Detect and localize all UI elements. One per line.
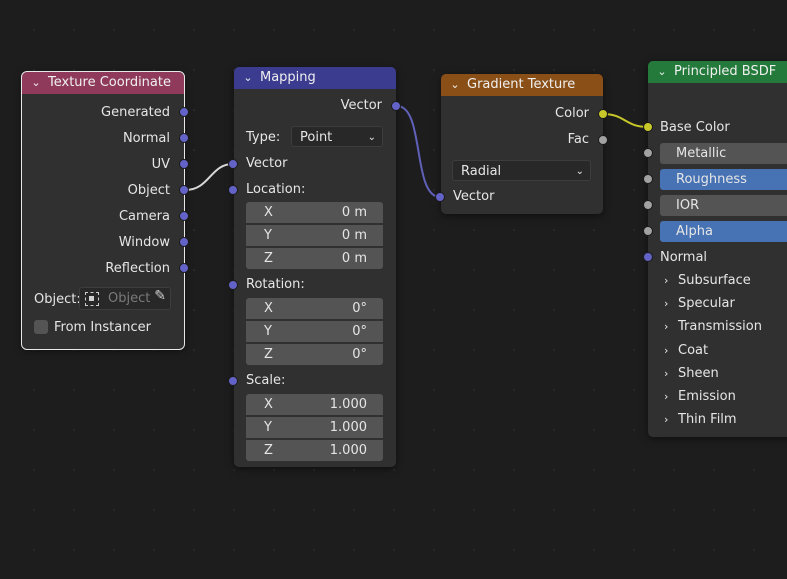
socket-gradient-in-vector[interactable] <box>435 192 445 202</box>
chevron-right-icon: › <box>664 344 669 357</box>
socket-ior[interactable] <box>643 200 653 210</box>
socket-object[interactable] <box>179 185 189 195</box>
type-label: Type: <box>246 130 281 145</box>
type-dropdown[interactable]: Point ⌄ <box>291 126 383 147</box>
scale-z-field[interactable]: Z 1.000 <box>246 440 383 461</box>
socket-gradient-fac[interactable] <box>598 135 608 145</box>
socket-location[interactable] <box>228 185 238 195</box>
output-window: Window <box>118 235 170 250</box>
scale-label: Scale: <box>246 373 286 388</box>
socket-reflection[interactable] <box>179 263 189 273</box>
gradient-texture-header[interactable]: ⌄ Gradient Texture <box>441 74 603 96</box>
chevron-right-icon: › <box>664 413 669 426</box>
socket-window[interactable] <box>179 237 189 247</box>
rotation-x-field[interactable]: X 0° <box>246 298 383 319</box>
panel-transmission[interactable]: › Transmission <box>664 319 762 334</box>
chevron-down-icon: ⌄ <box>575 166 584 177</box>
scale-y-field[interactable]: Y 1.000 <box>246 417 383 438</box>
link-color-to-basecolor[interactable] <box>602 113 649 128</box>
object-placeholder: Object <box>108 291 151 306</box>
vector-input-label: Vector <box>453 189 495 204</box>
output-normal: Normal <box>122 131 170 146</box>
mapping-header[interactable]: ⌄ Mapping <box>234 67 396 89</box>
chevron-down-icon[interactable]: ⌄ <box>242 67 254 89</box>
socket-scale[interactable] <box>228 376 238 386</box>
node-title: Gradient Texture <box>467 77 576 92</box>
chevron-right-icon: › <box>664 390 669 403</box>
output-color: Color <box>555 106 589 121</box>
chevron-down-icon: ⌄ <box>367 132 376 143</box>
location-z-field[interactable]: Z0 m <box>246 248 383 269</box>
chevron-down-icon[interactable]: ⌄ <box>449 74 461 96</box>
output-vector: Vector <box>340 98 382 113</box>
normal-label: Normal <box>660 250 708 265</box>
from-instancer-label: From Instancer <box>54 320 151 335</box>
socket-uv[interactable] <box>179 159 189 169</box>
alpha-field[interactable]: Alpha <box>660 221 787 242</box>
output-object: Object <box>127 183 170 198</box>
scale-x-field[interactable]: X 1.000 <box>246 394 383 415</box>
texture-coordinate-header[interactable]: ⌄ Texture Coordinate <box>22 72 184 94</box>
chevron-down-icon[interactable]: ⌄ <box>30 72 42 94</box>
rotation-label: Rotation: <box>246 277 305 292</box>
ior-field[interactable]: IOR <box>660 195 787 216</box>
output-fac: Fac <box>567 132 589 147</box>
chevron-right-icon: › <box>664 297 669 310</box>
node-title: Mapping <box>260 70 316 85</box>
object-picker-field[interactable]: Object ✎ <box>79 287 171 310</box>
socket-metallic[interactable] <box>643 148 653 158</box>
location-y-field[interactable]: Y0 m <box>246 225 383 246</box>
chevron-down-icon[interactable]: ⌄ <box>656 61 668 83</box>
socket-normal[interactable] <box>179 133 189 143</box>
chevron-right-icon: › <box>664 274 669 287</box>
principled-bsdf-header[interactable]: ⌄ Principled BSDF <box>648 61 787 83</box>
from-instancer-checkbox[interactable] <box>34 320 48 334</box>
node-title: Principled BSDF <box>674 64 777 79</box>
location-label: Location: <box>246 182 306 197</box>
object-cube-icon <box>85 292 99 306</box>
type-value: Point <box>300 130 333 145</box>
socket-alpha[interactable] <box>643 226 653 236</box>
texture-coordinate-node[interactable]: ⌄ Texture Coordinate Generated Normal UV … <box>21 71 185 350</box>
link-object-to-vector[interactable] <box>184 163 234 191</box>
socket-camera[interactable] <box>179 211 189 221</box>
gradient-texture-node[interactable]: ⌄ Gradient Texture Color Fac Radial ⌄ Vec… <box>441 74 603 214</box>
output-uv: UV <box>151 157 170 172</box>
socket-roughness[interactable] <box>643 174 653 184</box>
location-x-field[interactable]: X0 m <box>246 202 383 223</box>
vector-input-label: Vector <box>246 156 288 171</box>
socket-mapping-in-vector[interactable] <box>228 159 238 169</box>
socket-normal-input[interactable] <box>643 252 653 262</box>
node-title: Texture Coordinate <box>48 75 171 90</box>
output-generated: Generated <box>101 105 170 120</box>
gradient-type-value: Radial <box>461 164 502 179</box>
rotation-z-field[interactable]: Z 0° <box>246 344 383 365</box>
chevron-right-icon: › <box>664 367 669 380</box>
principled-bsdf-node[interactable]: ⌄ Principled BSDF Base Color Metallic Rou… <box>648 61 787 437</box>
eyedropper-icon[interactable]: ✎ <box>154 288 166 304</box>
panel-thin-film[interactable]: › Thin Film <box>664 412 737 427</box>
socket-gradient-color[interactable] <box>598 109 608 119</box>
panel-subsurface[interactable]: › Subsurface <box>664 273 751 288</box>
panel-specular[interactable]: › Specular <box>664 296 735 311</box>
output-camera: Camera <box>118 209 170 224</box>
panel-sheen[interactable]: › Sheen <box>664 366 719 381</box>
metallic-field[interactable]: Metallic <box>660 143 787 164</box>
panel-coat[interactable]: › Coat <box>664 343 708 358</box>
socket-mapping-out-vector[interactable] <box>391 101 401 111</box>
chevron-right-icon: › <box>664 320 669 333</box>
rotation-y-field[interactable]: Y 0° <box>246 321 383 342</box>
mapping-node[interactable]: ⌄ Mapping Vector Type: Point ⌄ Vector Loc… <box>234 67 396 467</box>
output-reflection: Reflection <box>105 261 170 276</box>
object-label: Object: <box>34 292 81 307</box>
gradient-type-dropdown[interactable]: Radial ⌄ <box>452 160 591 181</box>
link-mapping-to-gradient[interactable] <box>396 105 441 198</box>
socket-generated[interactable] <box>179 107 189 117</box>
socket-rotation[interactable] <box>228 280 238 290</box>
base-color-label: Base Color <box>660 120 730 135</box>
socket-base-color[interactable] <box>643 122 653 132</box>
roughness-field[interactable]: Roughness <box>660 169 787 190</box>
panel-emission[interactable]: › Emission <box>664 389 736 404</box>
